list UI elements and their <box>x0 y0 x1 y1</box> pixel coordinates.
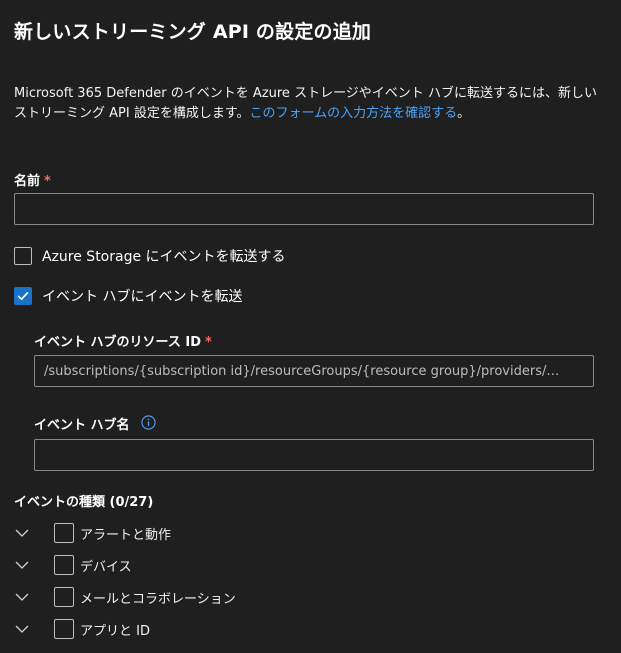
azure-storage-label: Azure Storage にイベントを転送する <box>42 249 286 265</box>
hub-name-input[interactable] <box>34 439 594 471</box>
event-type-item[interactable]: デバイス <box>14 553 132 577</box>
event-type-checkbox[interactable] <box>54 587 74 607</box>
event-type-label: アプリと ID <box>80 623 150 639</box>
name-label-text: 名前 <box>14 174 41 189</box>
chevron-down-icon[interactable] <box>14 525 30 541</box>
event-type-checkbox[interactable] <box>54 555 74 575</box>
description-end: 。 <box>457 106 471 121</box>
resource-id-input[interactable] <box>34 355 594 387</box>
resource-id-required-mark: * <box>205 335 212 350</box>
event-type-label: メールとコラボレーション <box>80 591 236 607</box>
name-required-mark: * <box>44 174 51 189</box>
event-type-checkbox[interactable] <box>54 523 74 543</box>
chevron-down-icon[interactable] <box>14 621 30 637</box>
add-streaming-api-panel: 新しいストリーミング API の設定の追加 Microsoft 365 Defe… <box>0 0 621 653</box>
event-hub-option[interactable]: イベント ハブにイベントを転送 <box>14 286 242 306</box>
event-types-title: イベントの種類 (0/27) <box>14 495 154 510</box>
event-type-item[interactable]: アラートと動作 <box>14 521 171 545</box>
info-icon[interactable] <box>141 415 156 430</box>
event-type-label: デバイス <box>80 559 132 575</box>
panel-description: Microsoft 365 Defender のイベントを Azure ストレー… <box>14 84 604 124</box>
chevron-down-icon[interactable] <box>14 589 30 605</box>
checkmark-icon <box>17 292 29 300</box>
azure-storage-option[interactable]: Azure Storage にイベントを転送する <box>14 246 286 266</box>
azure-storage-checkbox[interactable] <box>14 247 32 265</box>
help-link[interactable]: このフォームの入力方法を確認する <box>250 106 458 121</box>
name-input[interactable] <box>14 193 594 225</box>
event-type-item[interactable]: アプリと ID <box>14 617 150 641</box>
panel-title: 新しいストリーミング API の設定の追加 <box>14 21 372 43</box>
event-type-checkbox[interactable] <box>54 619 74 639</box>
chevron-down-icon[interactable] <box>14 557 30 573</box>
resource-id-label: イベント ハブのリソース ID * <box>34 331 212 350</box>
hub-name-label: イベント ハブ名 <box>34 418 130 433</box>
resource-id-label-text: イベント ハブのリソース ID <box>34 335 202 350</box>
event-type-label: アラートと動作 <box>80 527 172 543</box>
name-label: 名前 * <box>14 170 51 189</box>
event-hub-checkbox[interactable] <box>14 287 32 305</box>
event-type-item[interactable]: メールとコラボレーション <box>14 585 236 609</box>
event-hub-label: イベント ハブにイベントを転送 <box>42 289 243 305</box>
